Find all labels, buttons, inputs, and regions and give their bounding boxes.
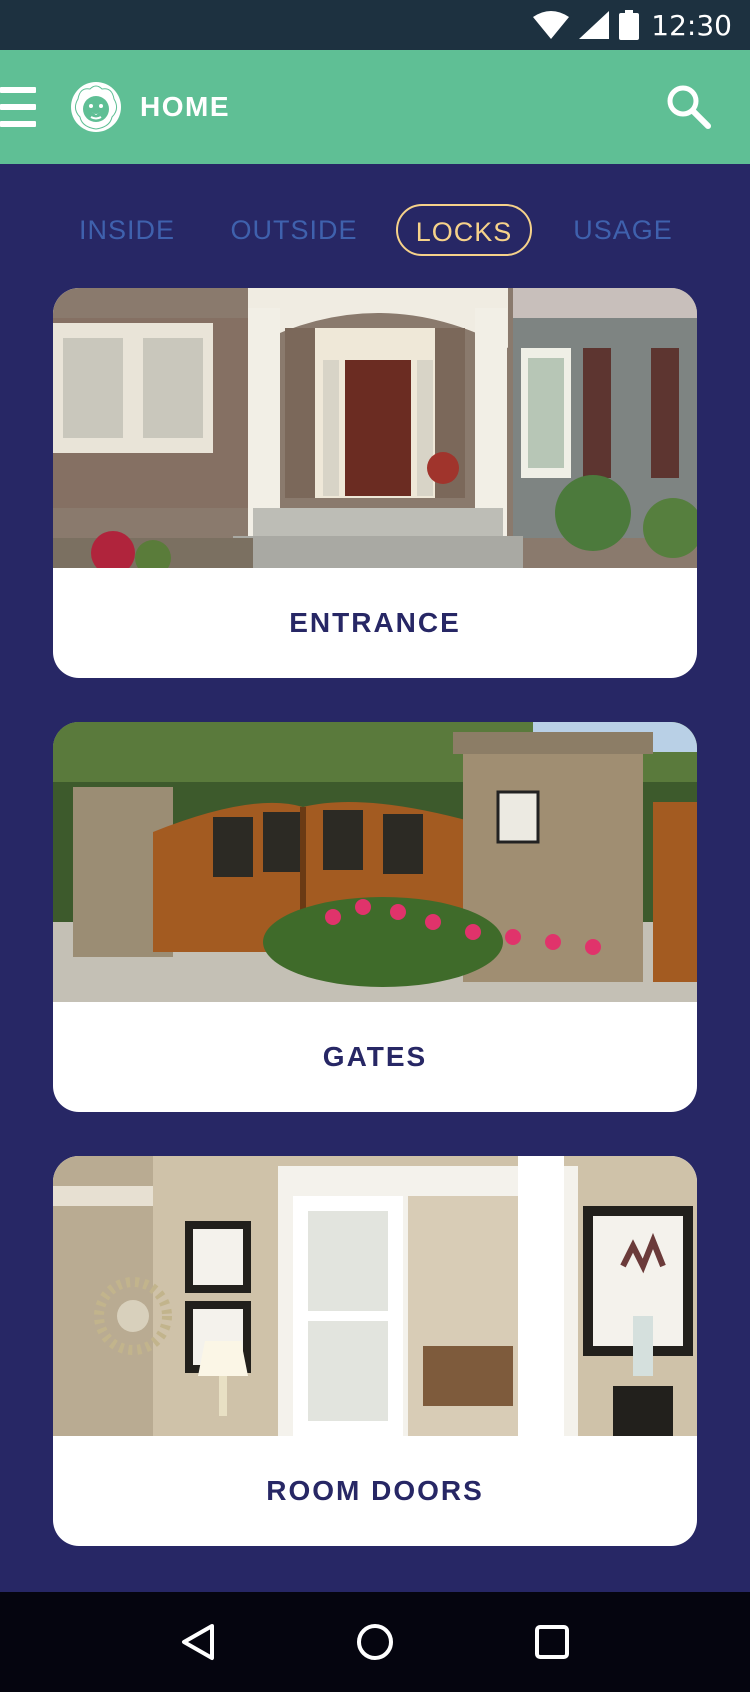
- lion-logo-icon: [70, 81, 122, 133]
- recents-icon[interactable]: [530, 1620, 574, 1664]
- home-icon[interactable]: [353, 1620, 397, 1664]
- tab-inside[interactable]: INSIDE: [70, 204, 184, 256]
- system-nav-bar: [0, 1592, 750, 1692]
- wooden-gates-photo: [53, 722, 697, 1002]
- house-entrance-photo: [53, 288, 697, 568]
- search-icon[interactable]: [664, 82, 712, 130]
- status-time: 12:30: [651, 8, 732, 42]
- menu-icon[interactable]: [0, 87, 36, 127]
- signal-icon: [579, 11, 610, 39]
- card-label: GATES: [322, 1041, 428, 1072]
- card-entrance[interactable]: ENTRANCE: [53, 288, 697, 678]
- wifi-icon: [533, 11, 570, 39]
- card-label: ROOM DOORS: [266, 1475, 484, 1506]
- status-bar: 12:30: [0, 0, 750, 50]
- page-title: HOME: [140, 91, 230, 122]
- tab-outside[interactable]: OUTSIDE: [228, 204, 360, 256]
- card-gates[interactable]: GATES: [53, 722, 697, 1112]
- tab-bar: INSIDE OUTSIDE LOCKS USAGE: [0, 200, 750, 260]
- card-label: ENTRANCE: [289, 607, 461, 638]
- battery-icon: [619, 10, 640, 40]
- back-icon[interactable]: [176, 1620, 220, 1664]
- app-bar: HOME: [0, 50, 750, 164]
- card-room-doors[interactable]: ROOM DOORS: [53, 1156, 697, 1546]
- tab-locks[interactable]: LOCKS: [396, 204, 532, 256]
- tab-usage[interactable]: USAGE: [566, 204, 680, 256]
- room-doors-photo: [53, 1156, 697, 1436]
